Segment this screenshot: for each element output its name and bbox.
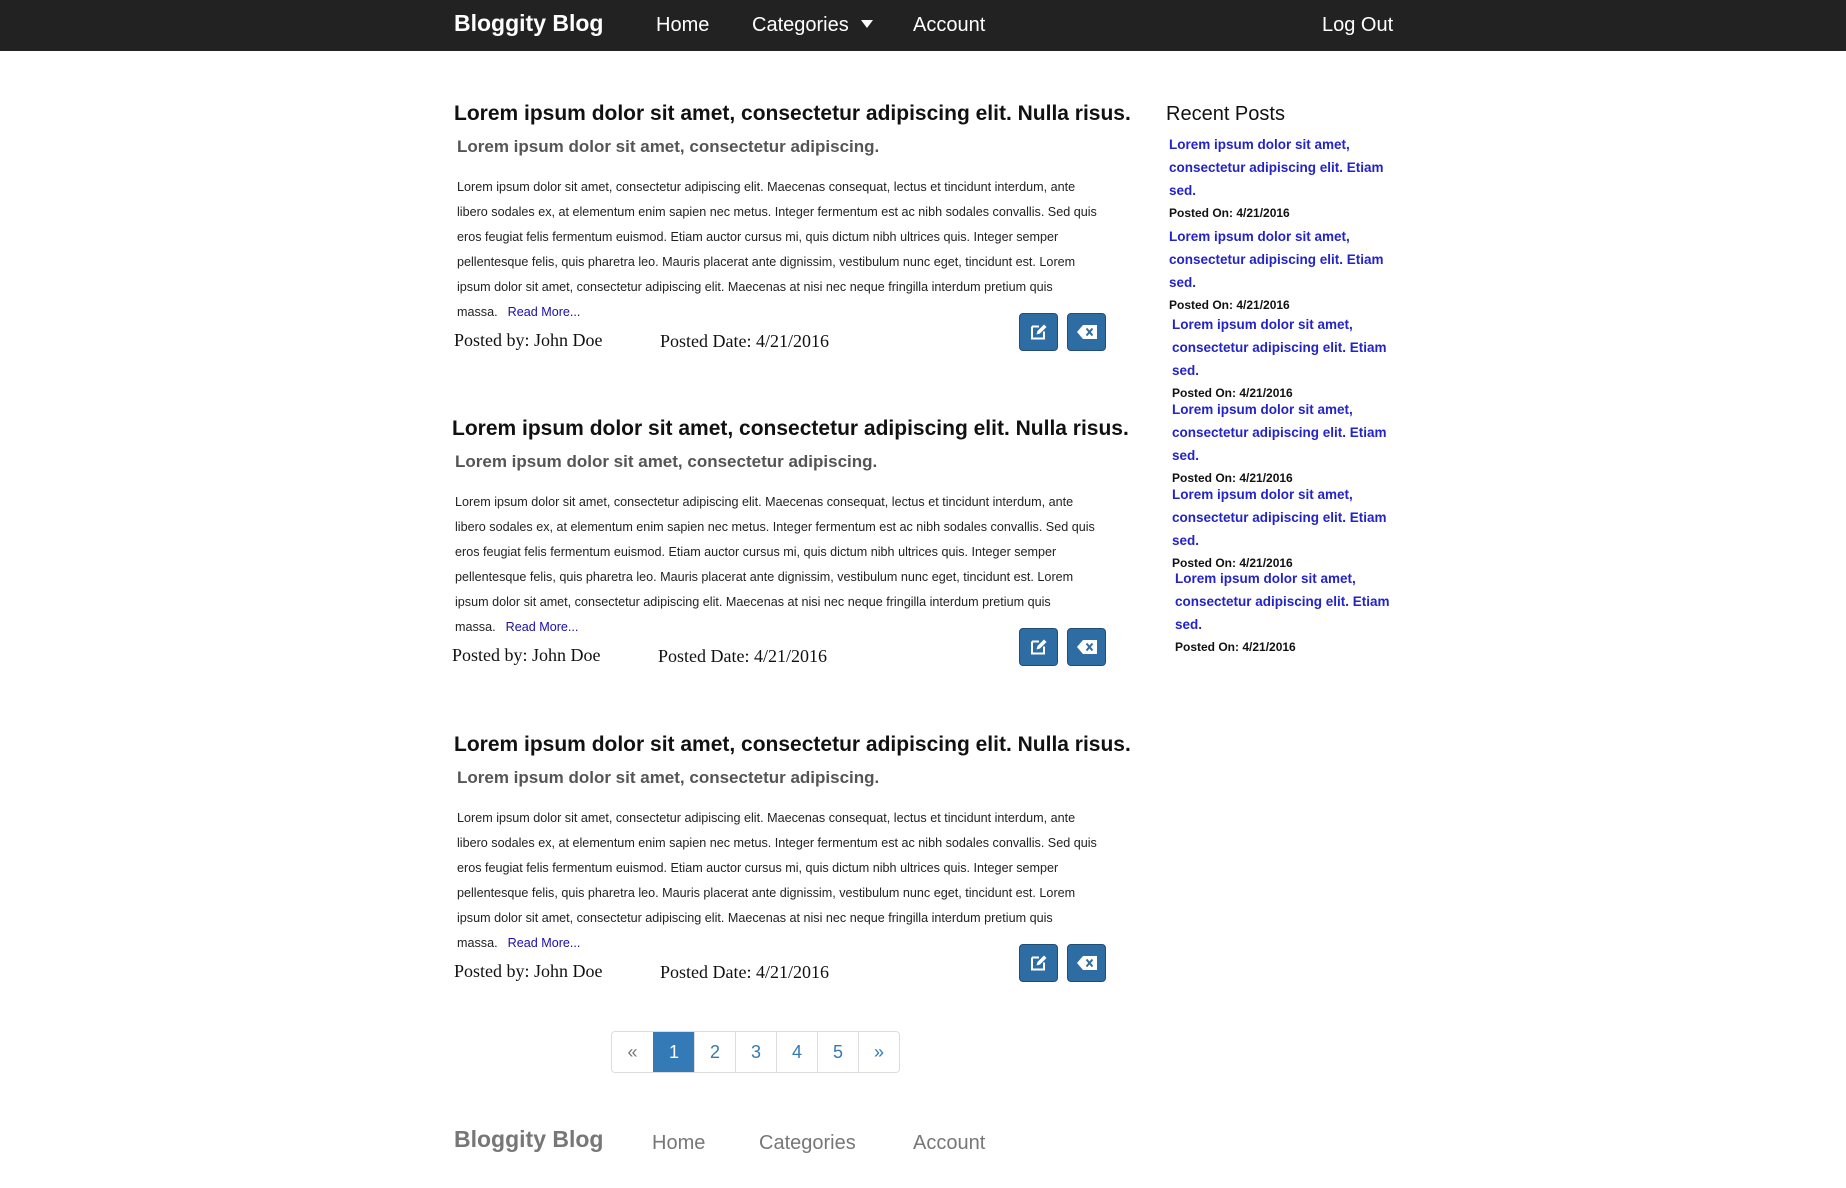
post-author: Posted by: John Doe [454,330,603,350]
recent-post-link[interactable]: Lorem ipsum dolor sit amet, consectetur … [1172,398,1412,467]
pagination-page-2[interactable]: 2 [694,1032,735,1072]
navbar-brand[interactable]: Bloggity Blog [454,10,603,37]
post-author: Posted by: John Doe [454,961,603,981]
recent-post-item: Lorem ipsum dolor sit amet, consectetur … [1169,225,1409,312]
post-subtitle: Lorem ipsum dolor sit amet, consectetur … [457,137,880,156]
nav-logout-link[interactable]: Log Out [1322,14,1393,37]
delete-post-button[interactable] [1067,944,1106,982]
read-more-link[interactable]: Read More... [508,936,581,950]
footer-home-link[interactable]: Home [652,1132,705,1155]
delete-post-button[interactable] [1067,628,1106,666]
pagination-page-1[interactable]: 1 [653,1032,694,1072]
blog-post: Lorem ipsum dolor sit amet, consectetur … [454,733,1131,1003]
post-body-text: Lorem ipsum dolor sit amet, consectetur … [457,811,1097,950]
recent-post-date: Posted On: 4/21/2016 [1175,640,1296,654]
recent-post-date: Posted On: 4/21/2016 [1169,206,1290,220]
top-navbar: Bloggity Blog Home Categories Account Lo… [0,0,1846,51]
pagination-page-3[interactable]: 3 [735,1032,776,1072]
post-author: Posted by: John Doe [452,645,601,665]
recent-post-link[interactable]: Lorem ipsum dolor sit amet, consectetur … [1169,225,1409,294]
pagination-prev[interactable]: « [612,1032,653,1072]
edit-post-button[interactable] [1019,628,1058,666]
edit-post-button[interactable] [1019,944,1058,982]
edit-icon [1030,955,1046,971]
backspace-icon [1076,325,1097,339]
post-title[interactable]: Lorem ipsum dolor sit amet, consectetur … [452,417,1129,441]
recent-post-item: Lorem ipsum dolor sit amet, consectetur … [1169,133,1409,220]
recent-post-item: Lorem ipsum dolor sit amet, consectetur … [1172,483,1412,570]
pagination-page-4[interactable]: 4 [776,1032,817,1072]
post-excerpt: Lorem ipsum dolor sit amet, consectetur … [455,490,1095,640]
backspace-icon [1076,956,1097,970]
caret-down-icon [860,20,873,28]
delete-post-button[interactable] [1067,313,1106,351]
recent-post-item: Lorem ipsum dolor sit amet, consectetur … [1172,313,1412,400]
nav-categories-label: Categories [752,14,849,36]
pagination-next[interactable]: » [858,1032,899,1072]
post-excerpt: Lorem ipsum dolor sit amet, consectetur … [457,806,1097,956]
post-subtitle: Lorem ipsum dolor sit amet, consectetur … [455,452,878,471]
recent-post-link[interactable]: Lorem ipsum dolor sit amet, consectetur … [1175,567,1415,636]
post-date: Posted Date: 4/21/2016 [660,331,829,351]
post-body-text: Lorem ipsum dolor sit amet, consectetur … [457,180,1097,319]
recent-post-item: Lorem ipsum dolor sit amet, consectetur … [1175,567,1415,654]
read-more-link[interactable]: Read More... [506,620,579,634]
recent-post-date: Posted On: 4/21/2016 [1169,298,1290,312]
edit-post-button[interactable] [1019,313,1058,351]
post-date: Posted Date: 4/21/2016 [660,962,829,982]
nav-categories-dropdown[interactable]: Categories [752,14,873,37]
pagination-page-5[interactable]: 5 [817,1032,858,1072]
post-title[interactable]: Lorem ipsum dolor sit amet, consectetur … [454,733,1131,757]
blog-post: Lorem ipsum dolor sit amet, consectetur … [452,417,1129,687]
backspace-icon [1076,640,1097,654]
recent-post-link[interactable]: Lorem ipsum dolor sit amet, consectetur … [1172,483,1412,552]
recent-post-link[interactable]: Lorem ipsum dolor sit amet, consectetur … [1172,313,1412,382]
recent-post-link[interactable]: Lorem ipsum dolor sit amet, consectetur … [1169,133,1409,202]
footer-brand[interactable]: Bloggity Blog [454,1126,603,1153]
edit-icon [1030,639,1046,655]
nav-home-link[interactable]: Home [656,14,709,37]
read-more-link[interactable]: Read More... [508,305,581,319]
recent-post-item: Lorem ipsum dolor sit amet, consectetur … [1172,398,1412,485]
recent-posts-heading: Recent Posts [1166,103,1285,125]
edit-icon [1030,324,1046,340]
post-body-text: Lorem ipsum dolor sit amet, consectetur … [455,495,1095,634]
footer-categories-link[interactable]: Categories [759,1132,856,1155]
pagination: « 1 2 3 4 5 » [611,1031,900,1073]
nav-account-link[interactable]: Account [913,14,985,37]
post-subtitle: Lorem ipsum dolor sit amet, consectetur … [457,768,880,787]
post-excerpt: Lorem ipsum dolor sit amet, consectetur … [457,175,1097,325]
blog-post: Lorem ipsum dolor sit amet, consectetur … [454,102,1131,372]
post-date: Posted Date: 4/21/2016 [658,646,827,666]
post-title[interactable]: Lorem ipsum dolor sit amet, consectetur … [454,102,1131,126]
footer-account-link[interactable]: Account [913,1132,985,1155]
